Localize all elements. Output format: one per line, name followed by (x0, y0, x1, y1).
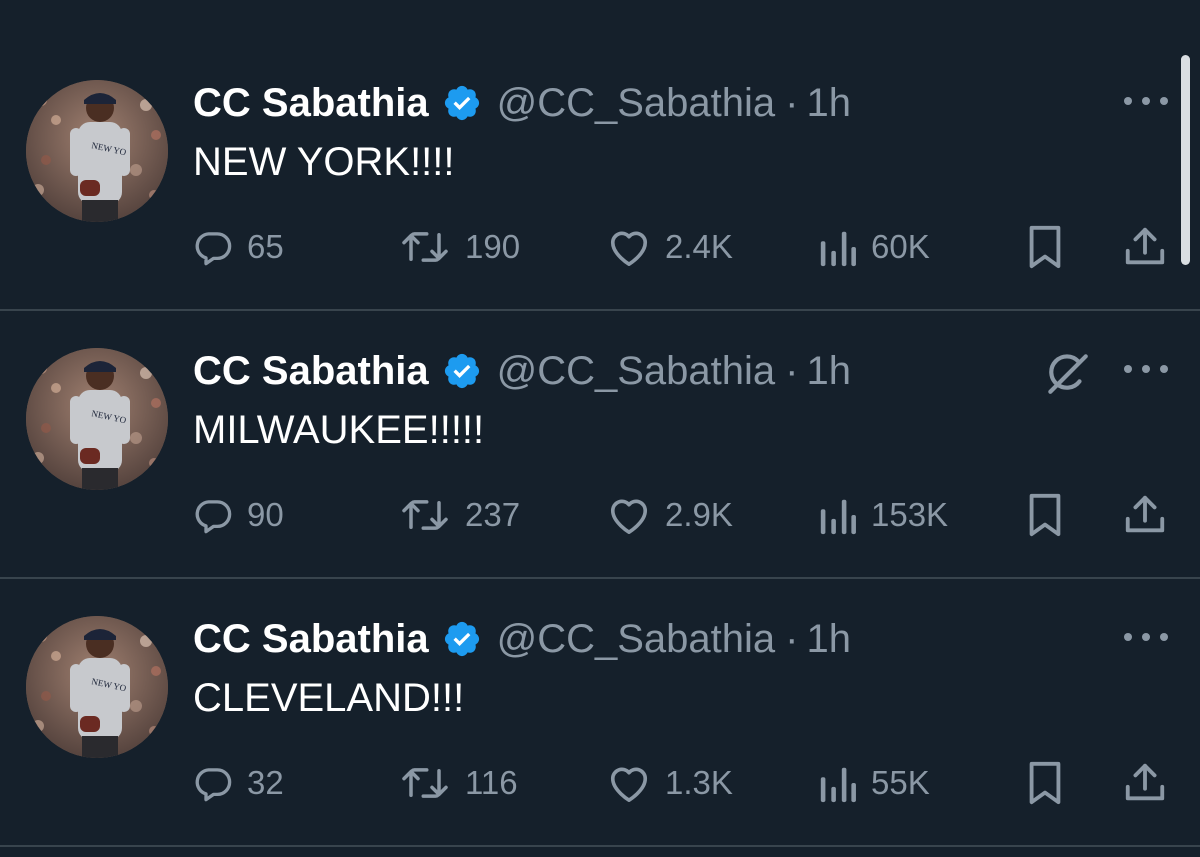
handle[interactable]: @CC_Sabathia (497, 617, 776, 662)
retweet-icon (402, 232, 448, 262)
retweet-icon (402, 768, 448, 798)
heart-icon (610, 499, 648, 534)
reply-button[interactable]: 32 (192, 758, 284, 808)
avatar-photo: NEW YO (26, 80, 168, 222)
bookmark-button[interactable] (1025, 222, 1065, 272)
bookmark-icon (1029, 761, 1061, 805)
reply-count: 32 (247, 764, 284, 801)
views-chart-icon (820, 499, 856, 535)
verified-badge-icon (444, 353, 479, 389)
handle[interactable]: @CC_Sabathia (497, 81, 776, 126)
bookmark-button[interactable] (1025, 758, 1065, 808)
verified-badge-icon (444, 621, 479, 657)
scrollbar[interactable] (1181, 55, 1190, 265)
timeline-feed: NEW YO CC Sabathia @CC_Sabathia · 1h NEW… (0, 0, 1200, 857)
grok-icon[interactable] (1042, 348, 1092, 398)
reply-icon (195, 232, 232, 266)
avatar[interactable]: NEW YO (26, 80, 168, 222)
separator-dot: · (785, 348, 799, 393)
bookmark-icon (1029, 493, 1061, 537)
like-count: 2.9K (665, 496, 733, 533)
retweet-count: 237 (465, 496, 521, 533)
avatar-photo: NEW YO (26, 348, 168, 490)
reply-count: 90 (247, 496, 284, 533)
avatar[interactable]: NEW YO (26, 616, 168, 758)
retweet-icon (402, 500, 448, 530)
tweet-header: CC Sabathia @CC_Sabathia · 1h (193, 78, 851, 128)
tweet-text: NEW YORK!!!! (193, 140, 455, 184)
handle[interactable]: @CC_Sabathia (497, 349, 776, 394)
timestamp[interactable]: 1h (806, 81, 851, 126)
more-options-icon[interactable] (1124, 86, 1168, 116)
more-options-icon[interactable] (1124, 622, 1168, 652)
tweet-card[interactable]: NEW YO CC Sabathia @CC_Sabathia · 1h CLE… (0, 536, 1200, 805)
tweet-text: MILWAUKEE!!!!! (193, 408, 485, 452)
tweet-actions: 65 190 2.4K 60K (192, 222, 1172, 272)
retweet-button[interactable]: 190 (398, 222, 520, 272)
tweet-divider (0, 845, 1200, 847)
heart-icon (610, 767, 648, 802)
avatar-photo: NEW YO (26, 616, 168, 758)
display-name[interactable]: CC Sabathia (193, 81, 429, 126)
share-icon (1125, 227, 1165, 265)
retweet-button[interactable]: 237 (398, 490, 520, 540)
tweet-text: CLEVELAND!!! (193, 676, 465, 720)
like-button[interactable]: 2.4K (606, 222, 733, 272)
like-count: 2.4K (665, 228, 733, 265)
display-name[interactable]: CC Sabathia (193, 617, 429, 662)
tweet-header: CC Sabathia @CC_Sabathia · 1h (193, 346, 851, 396)
heart-icon (610, 231, 648, 266)
views-button[interactable]: 55K (818, 758, 930, 808)
share-button[interactable] (1122, 222, 1168, 272)
views-button[interactable]: 60K (818, 222, 930, 272)
tweet-actions: 32 116 1.3K 55K (192, 758, 1172, 808)
views-button[interactable]: 153K (818, 490, 948, 540)
verified-badge-icon (444, 85, 479, 121)
reply-button[interactable]: 65 (192, 222, 284, 272)
separator-dot: · (785, 80, 799, 125)
share-icon (1125, 763, 1165, 801)
share-button[interactable] (1122, 490, 1168, 540)
bookmark-icon (1029, 225, 1061, 269)
share-button[interactable] (1122, 758, 1168, 808)
display-name[interactable]: CC Sabathia (193, 349, 429, 394)
retweet-button[interactable]: 116 (398, 758, 518, 808)
timestamp[interactable]: 1h (806, 349, 851, 394)
views-count: 55K (871, 764, 930, 801)
like-count: 1.3K (665, 764, 733, 801)
bookmark-button[interactable] (1025, 490, 1065, 540)
share-icon (1125, 495, 1165, 533)
timestamp[interactable]: 1h (806, 617, 851, 662)
like-button[interactable]: 2.9K (606, 490, 733, 540)
views-chart-icon (820, 231, 856, 267)
retweet-count: 190 (465, 228, 521, 265)
tweet-header: CC Sabathia @CC_Sabathia · 1h (193, 614, 851, 664)
reply-button[interactable]: 90 (192, 490, 284, 540)
tweet-actions: 90 237 2.9K 153K (192, 490, 1172, 540)
views-count: 153K (871, 496, 949, 533)
avatar[interactable]: NEW YO (26, 348, 168, 490)
like-button[interactable]: 1.3K (606, 758, 733, 808)
reply-count: 65 (247, 228, 284, 265)
reply-icon (195, 768, 232, 802)
views-count: 60K (871, 228, 930, 265)
separator-dot: · (785, 616, 799, 661)
tweet-card[interactable]: NEW YO CC Sabathia @CC_Sabathia · 1h MIL… (0, 268, 1200, 537)
reply-icon (195, 500, 232, 534)
more-options-icon[interactable] (1124, 354, 1168, 384)
retweet-count: 116 (465, 764, 518, 801)
tweet-card[interactable]: NEW YO CC Sabathia @CC_Sabathia · 1h NEW… (0, 0, 1200, 269)
views-chart-icon (820, 767, 856, 803)
